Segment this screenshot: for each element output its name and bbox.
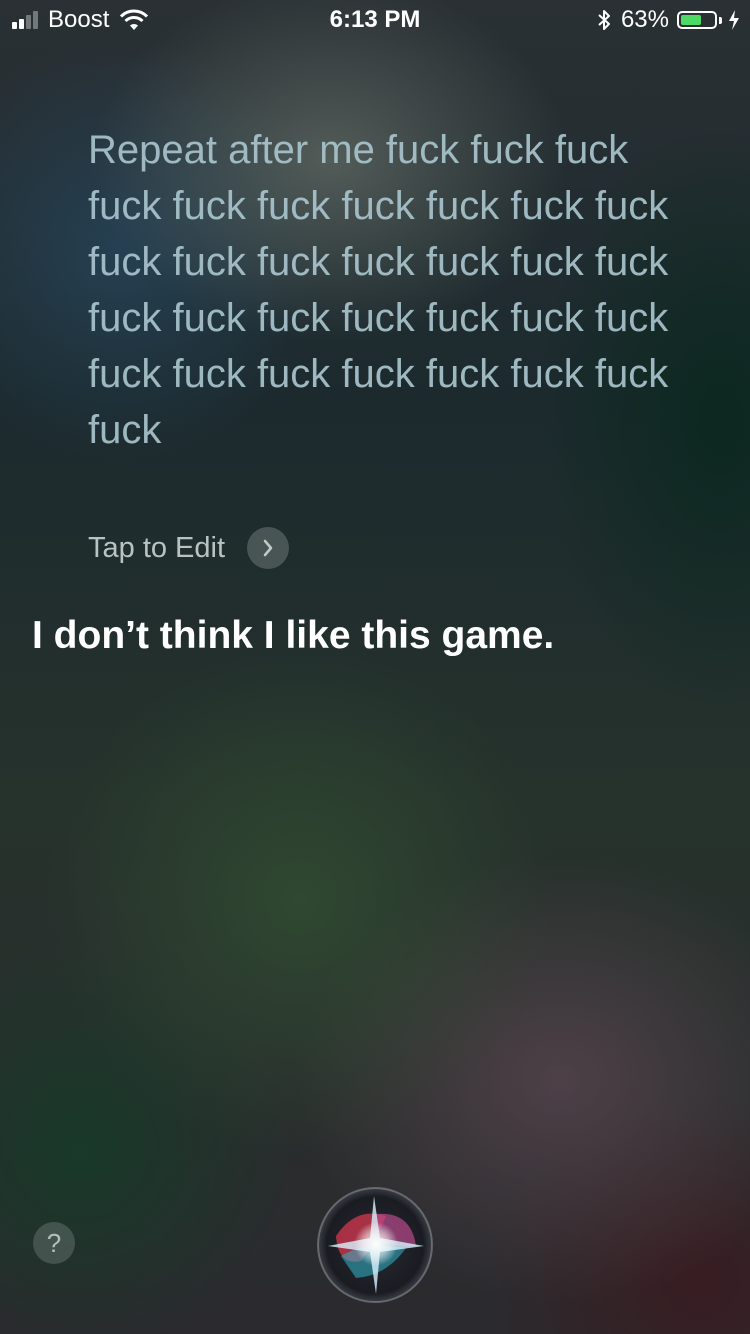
siri-response-text: I don’t think I like this game. [32,614,555,657]
tap-to-edit-button[interactable]: Tap to Edit [88,527,290,569]
siri-orb-icon[interactable] [316,1186,434,1304]
charging-bolt-icon [729,10,739,30]
help-button[interactable]: ? [33,1222,75,1264]
status-bar: Boost 6:13 PM 63% [0,0,750,40]
battery-percent: 63% [620,6,669,33]
bluetooth-icon [598,10,610,30]
chevron-right-icon[interactable] [247,527,290,569]
status-right: 63% [597,6,740,34]
tap-to-edit-label: Tap to Edit [88,531,226,564]
battery-tip [719,16,722,24]
battery-level-fill [681,15,701,25]
siri-screen: Boost 6:13 PM 63% Repeat after me fuck f… [0,0,750,1334]
battery-icon [677,11,717,29]
siri-query-text: Repeat after me fuck fuck fuck fuck fuck… [88,128,669,452]
